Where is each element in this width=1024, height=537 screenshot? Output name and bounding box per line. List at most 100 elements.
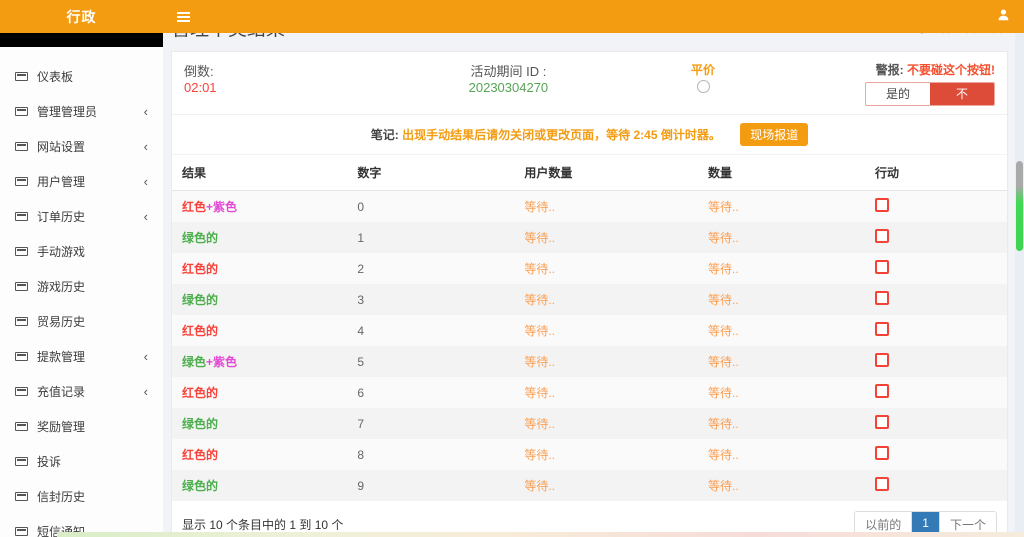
col-header-amount: 数量 xyxy=(698,155,865,191)
amount-cell: 等待.. xyxy=(698,253,865,284)
result-cell: 红色的 xyxy=(172,439,347,470)
action-cell xyxy=(865,284,1007,315)
action-checkbox[interactable] xyxy=(875,322,889,336)
number-cell: 7 xyxy=(347,408,514,439)
sidebar: 仪表板管理管理员‹网站设置‹用户管理‹订单历史‹手动游戏游戏历史贸易历史提款管理… xyxy=(0,33,163,537)
action-checkbox[interactable] xyxy=(875,229,889,243)
action-cell xyxy=(865,470,1007,501)
period-label: 活动期间 ID : xyxy=(387,61,630,80)
parity-radio[interactable] xyxy=(697,80,710,93)
action-cell xyxy=(865,408,1007,439)
yes-button[interactable]: 是的 xyxy=(866,83,930,105)
chevron-left-icon: ‹ xyxy=(144,107,148,117)
sidebar-item[interactable]: 管理管理员 ‹ xyxy=(0,94,163,129)
action-checkbox[interactable] xyxy=(875,353,889,367)
user-count-cell: 等待.. xyxy=(514,315,698,346)
sidebar-item[interactable]: 订单历史‹ xyxy=(0,199,163,234)
action-checkbox[interactable] xyxy=(875,446,889,460)
card-icon xyxy=(15,177,28,186)
sidebar-item[interactable]: 投诉 xyxy=(0,444,163,479)
sidebar-toggle-button[interactable] xyxy=(163,0,203,33)
results-panel: 倒数: 02:01 活动期间 ID : 20230304270 平价 警报: 不… xyxy=(171,51,1008,537)
sidebar-item[interactable]: 用户管理‹ xyxy=(0,164,163,199)
action-checkbox[interactable] xyxy=(875,260,889,274)
sidebar-item[interactable]: 奖励管理 xyxy=(0,409,163,444)
note-row: 笔记: 出现手动结果后请勿关闭或更改页面，等待 2:45 倒计时器。 现场报道 xyxy=(172,114,1007,154)
bottom-gradient-strip xyxy=(57,532,1024,537)
result-cell: 绿色的 xyxy=(172,470,347,501)
col-header-result: 结果 xyxy=(172,155,347,191)
action-checkbox[interactable] xyxy=(875,384,889,398)
result-cell: 绿色的 xyxy=(172,408,347,439)
action-checkbox[interactable] xyxy=(875,477,889,491)
col-header-action: 行动 xyxy=(865,155,1007,191)
chevron-left-icon: ‹ xyxy=(144,387,148,397)
table-row: 绿色的7等待..等待.. xyxy=(172,408,1007,439)
sidebar-item[interactable]: 游戏历史 xyxy=(0,269,163,304)
user-count-cell: 等待.. xyxy=(514,439,698,470)
results-table: 结果 数字 用户数量 数量 行动 红色+紫色0等待..等待..绿色的1等待..等… xyxy=(172,154,1007,501)
result-cell: 红色的 xyxy=(172,377,347,408)
alert-text: 不要碰这个按钮! xyxy=(907,63,995,77)
result-cell: 绿色的 xyxy=(172,284,347,315)
scrollbar-thumb[interactable] xyxy=(1016,161,1023,251)
no-button[interactable]: 不 xyxy=(930,83,994,105)
table-row: 红色的6等待..等待.. xyxy=(172,377,1007,408)
app-brand: 行政 xyxy=(0,7,163,27)
result-cell: 绿色+紫色 xyxy=(172,346,347,377)
amount-cell: 等待.. xyxy=(698,191,865,223)
user-menu-button[interactable] xyxy=(997,8,1024,26)
card-icon xyxy=(15,142,28,151)
card-icon xyxy=(15,247,28,256)
top-navbar: 行政 xyxy=(0,0,1024,33)
sidebar-item[interactable]: 网站设置 ‹ xyxy=(0,129,163,164)
card-icon xyxy=(15,422,28,431)
results-tbody: 红色+紫色0等待..等待..绿色的1等待..等待..红色的2等待..等待..绿色… xyxy=(172,191,1007,502)
action-checkbox[interactable] xyxy=(875,415,889,429)
amount-cell: 等待.. xyxy=(698,439,865,470)
sidebar-item[interactable]: 仪表板 xyxy=(0,59,163,94)
user-count-cell: 等待.. xyxy=(514,191,698,223)
action-cell xyxy=(865,346,1007,377)
col-header-number: 数字 xyxy=(347,155,514,191)
card-icon xyxy=(15,317,28,326)
sidebar-item-label: 信封历史 xyxy=(37,488,85,505)
card-icon xyxy=(15,527,28,536)
sidebar-item-label: 订单历史 xyxy=(37,208,85,225)
chevron-left-icon: ‹ xyxy=(144,142,148,152)
sidebar-item-label: 管理管理员 xyxy=(37,103,97,120)
amount-cell: 等待.. xyxy=(698,377,865,408)
number-cell: 3 xyxy=(347,284,514,315)
sidebar-item-label: 贸易历史 xyxy=(37,313,85,330)
hamburger-icon xyxy=(177,16,190,18)
action-checkbox[interactable] xyxy=(875,291,889,305)
number-cell: 0 xyxy=(347,191,514,223)
pagination-summary: 显示 10 个条目中的 1 到 10 个 xyxy=(182,516,343,533)
user-count-cell: 等待.. xyxy=(514,377,698,408)
sidebar-item-label: 仪表板 xyxy=(37,68,73,85)
amount-cell: 等待.. xyxy=(698,222,865,253)
number-cell: 5 xyxy=(347,346,514,377)
sidebar-item-label: 网站设置 xyxy=(37,138,85,155)
amount-cell: 等待.. xyxy=(698,408,865,439)
number-cell: 9 xyxy=(347,470,514,501)
sidebar-item[interactable]: 手动游戏 xyxy=(0,234,163,269)
sidebar-item[interactable]: 提款管理‹ xyxy=(0,339,163,374)
table-row: 红色+紫色0等待..等待.. xyxy=(172,191,1007,223)
number-cell: 6 xyxy=(347,377,514,408)
amount-cell: 等待.. xyxy=(698,346,865,377)
user-count-cell: 等待.. xyxy=(514,253,698,284)
page-scrollbar[interactable] xyxy=(1015,33,1024,537)
action-checkbox[interactable] xyxy=(875,198,889,212)
period-block: 活动期间 ID : 20230304270 xyxy=(387,61,630,106)
countdown-label: 倒数: xyxy=(184,61,387,80)
card-icon xyxy=(15,212,28,221)
sidebar-item[interactable]: 充值记录‹ xyxy=(0,374,163,409)
sidebar-item[interactable]: 信封历史 xyxy=(0,479,163,514)
card-icon xyxy=(15,457,28,466)
sidebar-item[interactable]: 贸易历史 xyxy=(0,304,163,339)
alert-label: 警报: xyxy=(876,63,904,77)
live-report-button[interactable]: 现场报道 xyxy=(740,123,808,146)
result-cell: 红色+紫色 xyxy=(172,191,347,223)
note-text: 出现手动结果后请勿关闭或更改页面，等待 2:45 倒计时器。 xyxy=(402,128,721,142)
